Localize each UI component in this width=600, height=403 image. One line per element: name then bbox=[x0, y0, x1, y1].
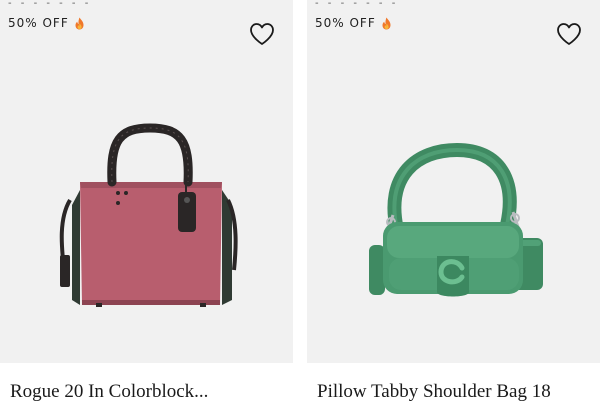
product-image-rogue bbox=[59, 123, 238, 307]
product-image-area[interactable]: - - - - - - - 50% OFF bbox=[0, 0, 293, 363]
product-title[interactable]: Rogue 20 In Colorblock... bbox=[10, 381, 208, 403]
product-image-area[interactable]: - - - - - - - 50% OFF bbox=[307, 0, 600, 363]
product-grid: - - - - - - - 50% OFF Rogue 20 In Colorb… bbox=[0, 0, 600, 403]
product-image-pillow-tabby bbox=[369, 142, 543, 297]
product-card-pillow-tabby[interactable]: - - - - - - - 50% OFF Pillow Tabby Shoul… bbox=[307, 0, 600, 403]
product-card-rogue[interactable]: - - - - - - - 50% OFF Rogue 20 In Colorb… bbox=[0, 0, 293, 403]
product-title[interactable]: Pillow Tabby Shoulder Bag 18 bbox=[317, 381, 551, 403]
